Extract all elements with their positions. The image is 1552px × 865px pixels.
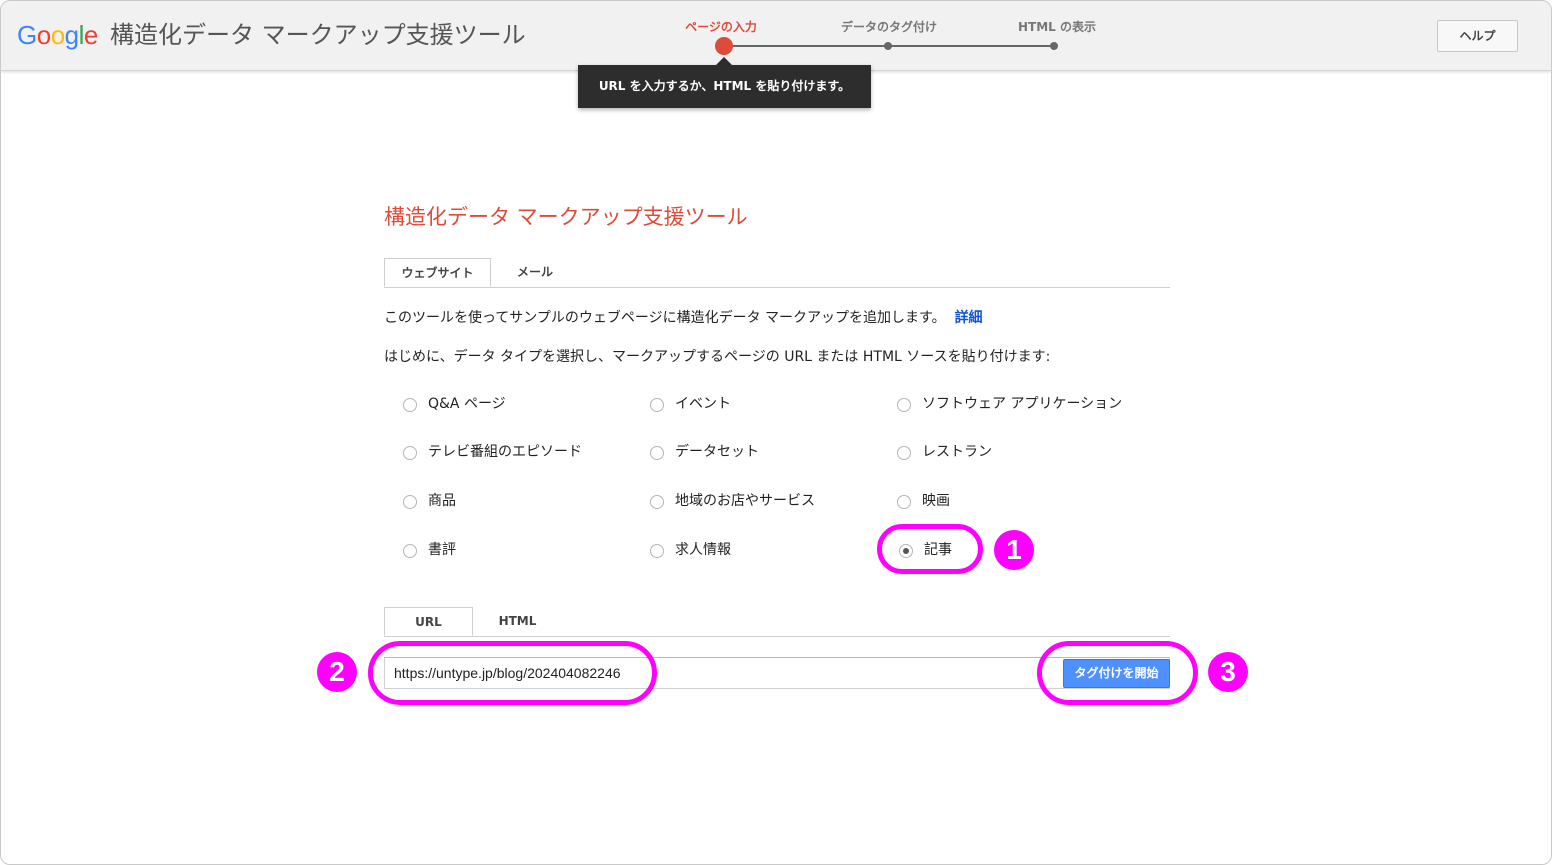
browser-frame: Google 構造化データ マークアップ支援ツール ページの入力 データのタグ付… bbox=[0, 0, 1552, 865]
radio-label: レストラン bbox=[922, 444, 992, 460]
annotation-badge-2: 2 bbox=[317, 652, 357, 692]
tab-email[interactable]: メール bbox=[491, 258, 579, 286]
logo-letter: g bbox=[64, 20, 79, 50]
annotation-ring-1 bbox=[877, 524, 983, 574]
radio-button[interactable] bbox=[403, 398, 417, 412]
radio-button[interactable] bbox=[403, 495, 417, 509]
source-tabs: URL HTML bbox=[384, 607, 1170, 637]
radio-label: ソフトウェア アプリケーション bbox=[922, 396, 1123, 412]
step-dot bbox=[884, 42, 892, 50]
google-logo: Google bbox=[17, 20, 98, 50]
step-dot bbox=[1050, 42, 1058, 50]
radio-label: Q&A ページ bbox=[428, 396, 506, 412]
radio-label: データセット bbox=[675, 444, 759, 460]
step-dot-active bbox=[715, 37, 733, 55]
help-button[interactable]: ヘルプ bbox=[1437, 20, 1518, 52]
radio-button[interactable] bbox=[403, 544, 417, 558]
radio-label: イベント bbox=[675, 396, 731, 412]
intro-sentence: このツールを使ってサンプルのウェブページに構造化データ マークアップを追加します… bbox=[384, 310, 946, 326]
tab-html[interactable]: HTML bbox=[473, 607, 562, 635]
radio-button[interactable] bbox=[403, 446, 417, 460]
logo-letter: o bbox=[50, 20, 65, 50]
details-link[interactable]: 詳細 bbox=[955, 310, 983, 326]
step-label-tagging: データのタグ付け bbox=[840, 20, 938, 34]
radio-button[interactable] bbox=[897, 398, 911, 412]
radio-label: テレビ番組のエピソード bbox=[428, 444, 582, 460]
tab-url[interactable]: URL bbox=[384, 607, 473, 636]
intro-text: このツールを使ってサンプルのウェブページに構造化データ マークアップを追加します… bbox=[384, 307, 983, 327]
radio-label: 映画 bbox=[922, 493, 950, 509]
radio-label: 商品 bbox=[428, 493, 456, 509]
annotation-badge-3: 3 bbox=[1208, 652, 1248, 692]
step-tooltip: URL を入力するか、HTML を貼り付けます。 bbox=[578, 65, 871, 108]
radio-label: 求人情報 bbox=[675, 542, 731, 558]
instruction-text: はじめに、データ タイプを選択し、マークアップするページの URL または HT… bbox=[384, 349, 1051, 365]
radio-label: 地域のお店やサービス bbox=[675, 493, 815, 509]
step-label-page-input: ページの入力 bbox=[685, 20, 757, 34]
annotation-ring-3 bbox=[1037, 641, 1198, 705]
radio-button[interactable] bbox=[650, 398, 664, 412]
radio-button[interactable] bbox=[897, 495, 911, 509]
tab-website[interactable]: ウェブサイト bbox=[384, 258, 491, 287]
step-label-view-html: HTML の表示 bbox=[1018, 20, 1096, 34]
logo-letter: o bbox=[36, 20, 51, 50]
logo-letter: G bbox=[17, 20, 37, 50]
radio-button[interactable] bbox=[650, 495, 664, 509]
app-title: 構造化データ マークアップ支援ツール bbox=[110, 21, 526, 49]
radio-label: 書評 bbox=[428, 542, 456, 558]
page-title: 構造化データ マークアップ支援ツール bbox=[384, 205, 748, 229]
annotation-ring-2 bbox=[368, 641, 657, 705]
radio-button[interactable] bbox=[650, 446, 664, 460]
radio-button[interactable] bbox=[650, 544, 664, 558]
logo-letter: e bbox=[83, 20, 98, 50]
mode-tabs: ウェブサイト メール bbox=[384, 258, 1170, 288]
annotation-badge-1: 1 bbox=[994, 530, 1034, 570]
radio-button[interactable] bbox=[897, 446, 911, 460]
top-header: Google 構造化データ マークアップ支援ツール ページの入力 データのタグ付… bbox=[1, 1, 1551, 71]
